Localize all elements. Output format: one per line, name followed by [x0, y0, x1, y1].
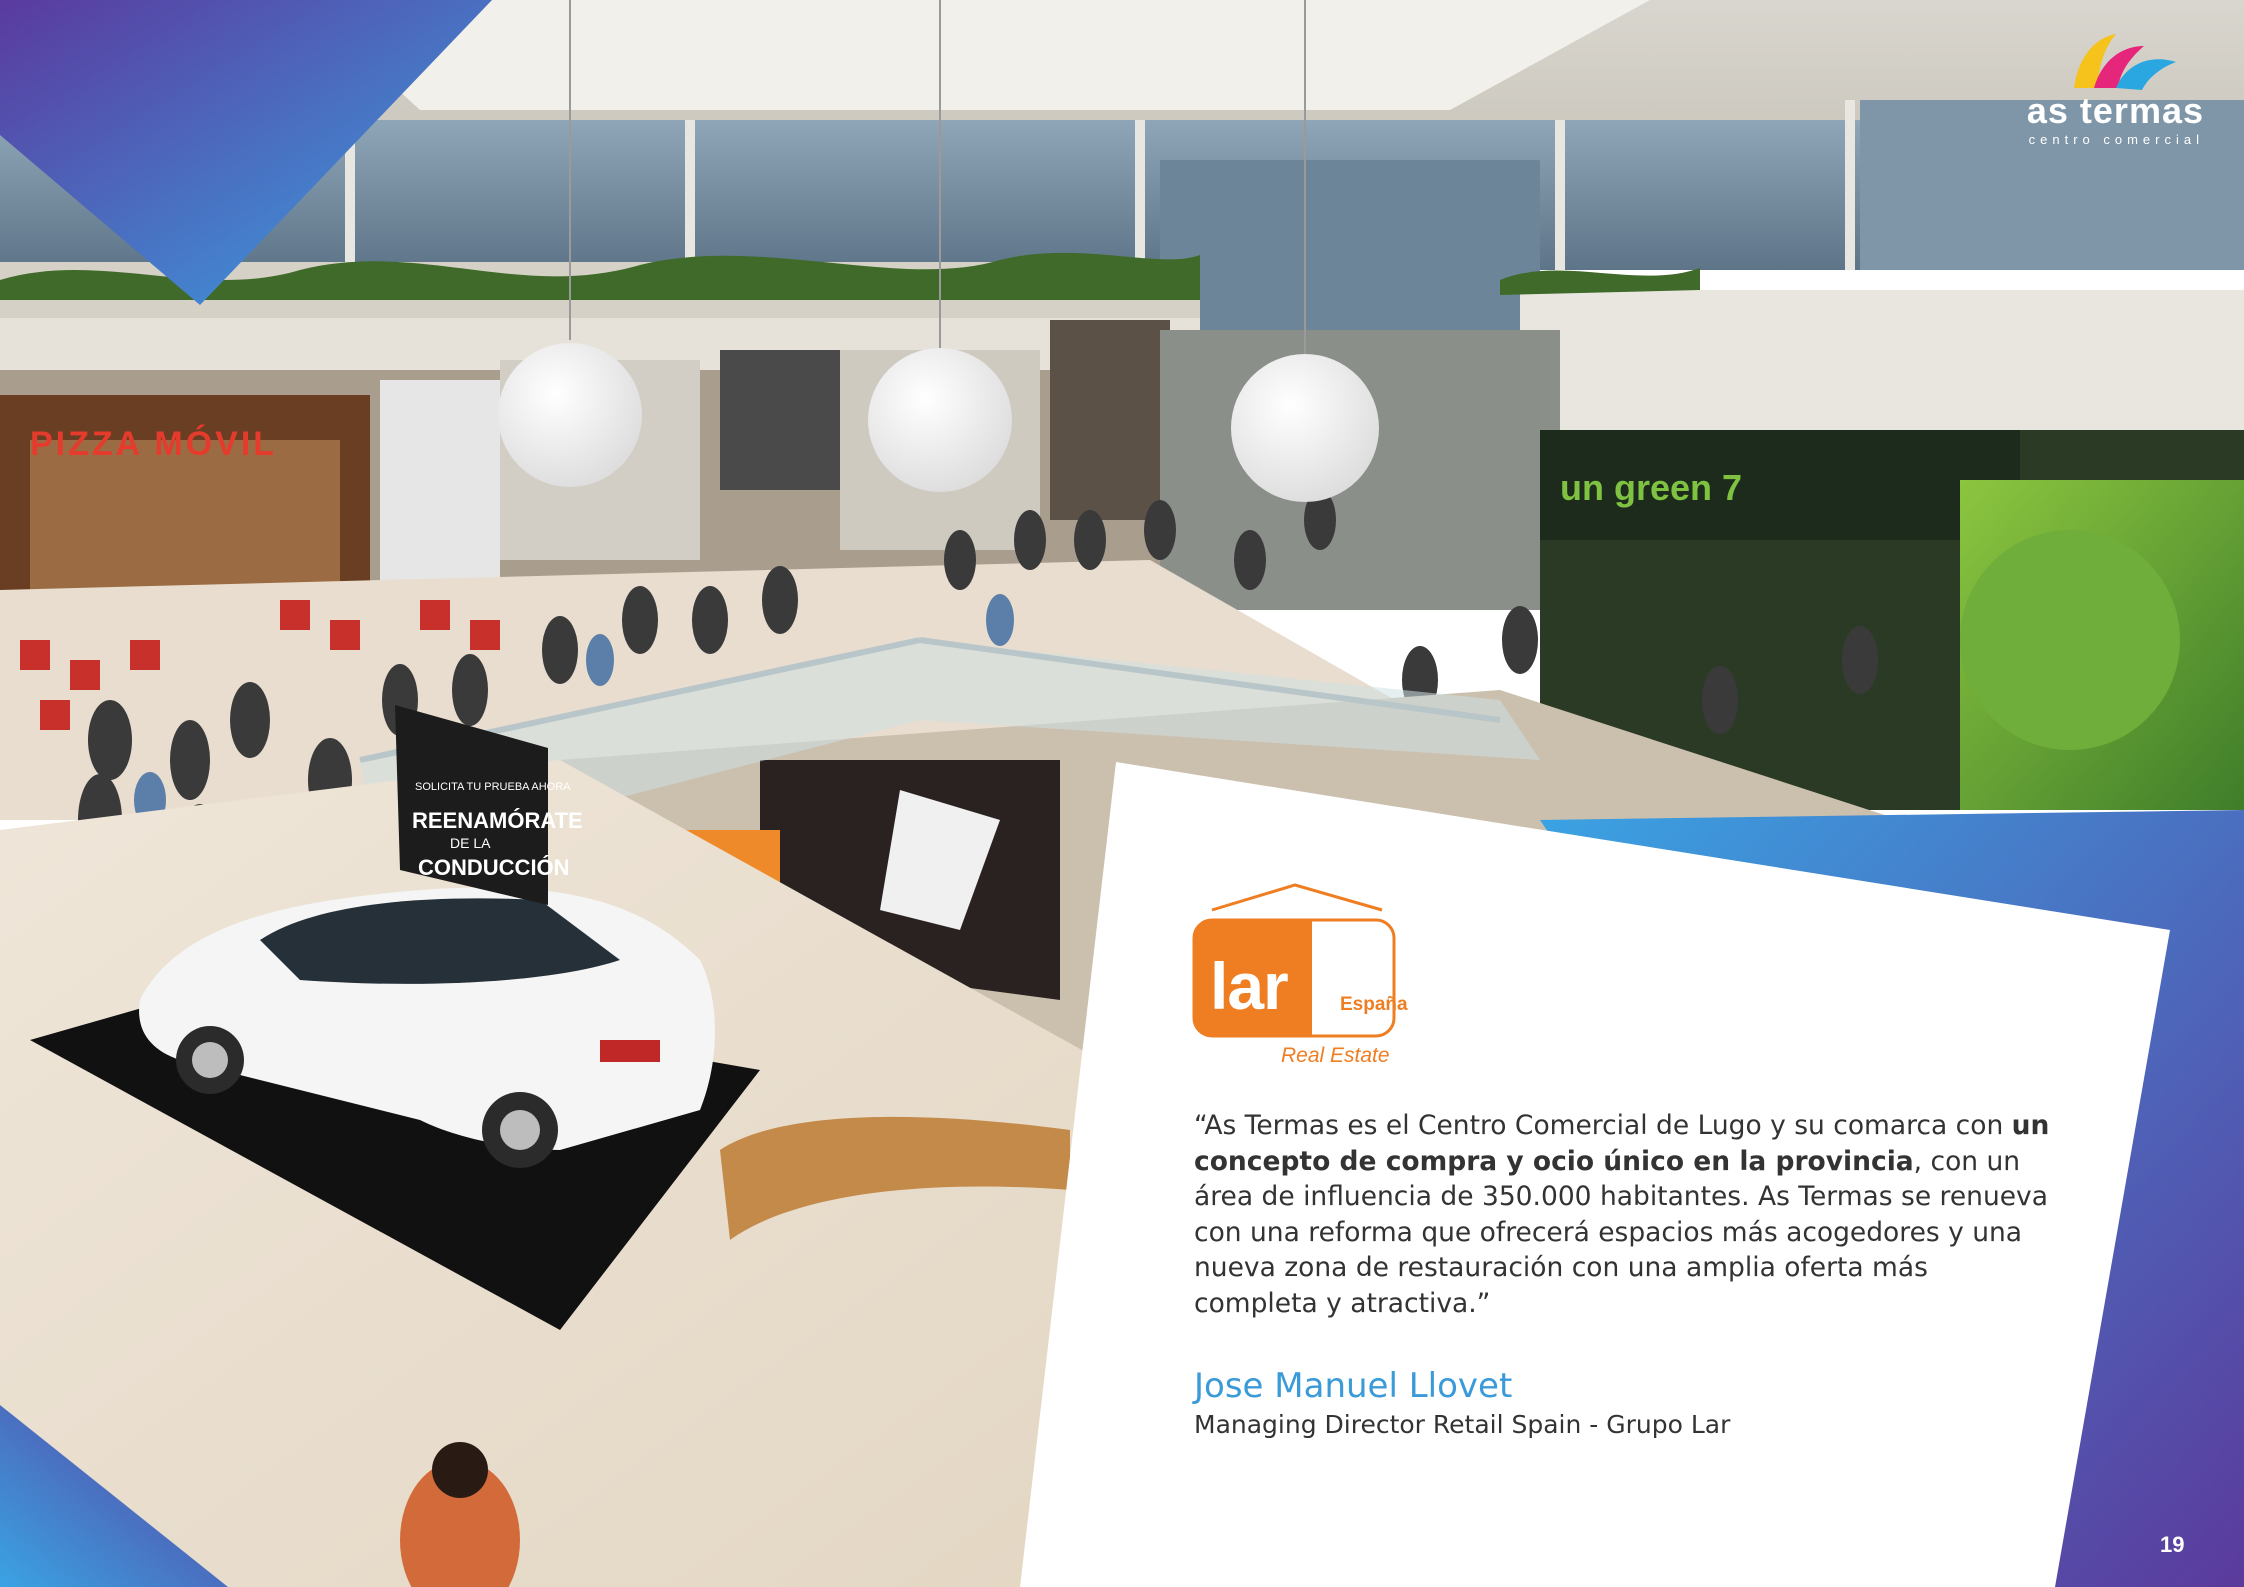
svg-text:SOLICITA TU PRUEBA AHORA: SOLICITA TU PRUEBA AHORA — [415, 781, 571, 793]
as-termas-wordmark: as termas — [2026, 90, 2204, 131]
as-termas-logo-mark — [2074, 34, 2176, 90]
svg-text:DE LA: DE LA — [450, 835, 491, 851]
testimonial-quote: “As Termas es el Centro Comercial de Lug… — [1194, 1108, 2054, 1321]
author-role: Managing Director Retail Spain - Grupo L… — [1194, 1410, 1731, 1439]
author-name: Jose Manuel Llovet — [1194, 1366, 1513, 1406]
as-termas-tagline: centro comercial — [2028, 132, 2204, 147]
svg-text:CONDUCCIÓN: CONDUCCIÓN — [418, 855, 570, 880]
as-termas-logo: as termas centro comercial — [1984, 28, 2204, 148]
page-number: 19 — [2160, 1532, 2185, 1557]
lar-wordmark: lar — [1210, 949, 1289, 1023]
lar-country-label: España — [1340, 994, 1408, 1015]
svg-text:REENAMÓRATE: REENAMÓRATE — [412, 808, 583, 833]
quote-text-part-1: “As Termas es el Centro Comercial de Lug… — [1194, 1110, 2012, 1141]
lar-subtitle: Real Estate — [1281, 1044, 1390, 1067]
mall-interior-photo: PIZZA MÓVIL un green 7 SOLICITA TU PRUEB… — [0, 0, 2244, 1587]
pizza-movil-sign: PIZZA MÓVIL — [30, 425, 277, 463]
green-store-sign: un green 7 — [1560, 467, 1742, 508]
